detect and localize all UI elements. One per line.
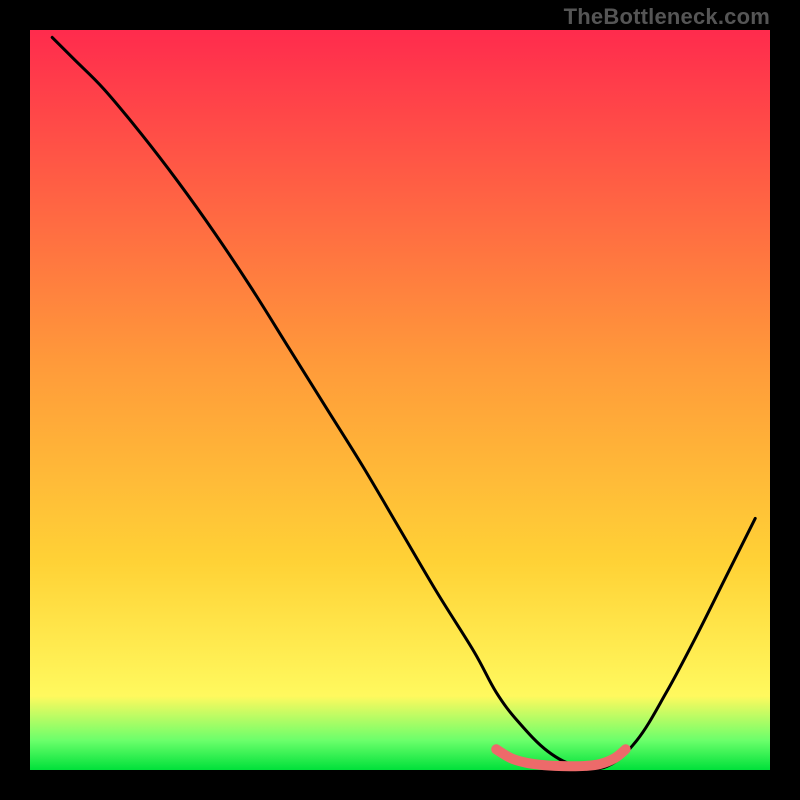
plot-background	[30, 30, 770, 770]
bottleneck-chart	[0, 0, 800, 800]
chart-container: TheBottleneck.com	[0, 0, 800, 800]
watermark-text: TheBottleneck.com	[564, 4, 770, 30]
